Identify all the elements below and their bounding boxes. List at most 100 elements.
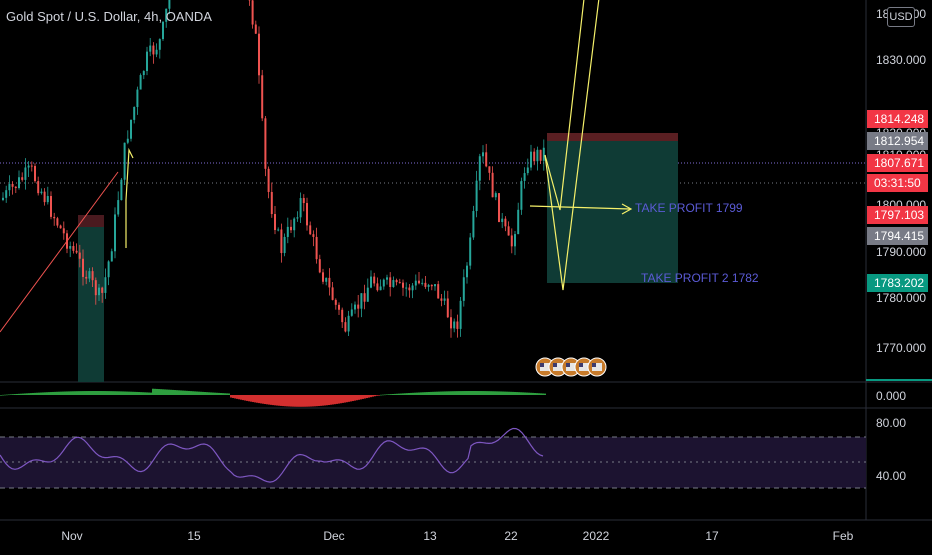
macd-bar: [272, 395, 274, 405]
stop-zone-right: [547, 133, 678, 141]
candle-body: [504, 219, 506, 227]
candle-body: [28, 166, 30, 168]
macd-bar: [516, 392, 518, 395]
tp1-label[interactable]: TAKE PROFIT 1799: [635, 201, 743, 215]
macd-bar: [228, 393, 230, 395]
macd-bar: [332, 395, 334, 404]
macd-bar: [38, 393, 40, 395]
candle-body: [533, 152, 535, 162]
macd-bar: [132, 392, 134, 395]
flag-canton: [579, 363, 583, 367]
macd-bar: [290, 395, 292, 407]
candle-body: [274, 214, 276, 230]
macd-bar: [164, 389, 166, 395]
chart-workspace[interactable]: TAKE PROFIT 1799 TAKE PROFIT 2 1782 1840…: [0, 0, 932, 550]
macd-bar: [96, 391, 98, 395]
macd-bar: [170, 390, 172, 395]
tp2-label[interactable]: TAKE PROFIT 2 1782: [641, 271, 759, 285]
candle-body: [120, 180, 122, 200]
price-label-text: 1794.415: [874, 229, 924, 243]
candle-body: [277, 229, 279, 230]
candle-body: [287, 227, 289, 237]
candle-body: [431, 285, 433, 286]
candle-body: [319, 259, 321, 272]
macd-bar: [44, 392, 46, 395]
candle-body: [367, 288, 369, 302]
time-tick-label: 13: [423, 529, 437, 543]
time-tick-label: Feb: [833, 529, 854, 543]
macd-bar: [318, 395, 320, 406]
macd-bar: [498, 391, 500, 395]
macd-bar: [388, 394, 390, 395]
macd-bar: [120, 391, 122, 395]
candle-body: [440, 298, 442, 300]
candle-body: [415, 281, 417, 286]
macd-bar: [174, 390, 176, 395]
macd-bar: [314, 395, 316, 406]
macd-bar: [242, 395, 244, 400]
macd-bar: [88, 391, 90, 395]
macd-bar: [210, 392, 212, 395]
macd-bar: [224, 393, 226, 395]
symbol-title[interactable]: Gold Spot / U.S. Dollar, 4h, OANDA: [6, 9, 212, 24]
time-tick-label: 15: [187, 529, 201, 543]
macd-bar: [268, 395, 270, 405]
macd-bar: [148, 393, 150, 395]
macd-bar: [56, 392, 58, 395]
macd-bar: [340, 395, 342, 403]
candle-body: [392, 280, 394, 287]
macd-bar: [160, 389, 162, 395]
macd-bar: [512, 392, 514, 395]
macd-bar: [220, 393, 222, 395]
economic-events[interactable]: [536, 358, 606, 376]
candle-body: [15, 187, 17, 188]
macd-bar: [162, 389, 164, 395]
macd-bar: [346, 395, 348, 402]
macd-bar: [484, 391, 486, 395]
time-tick-label: Dec: [323, 529, 344, 543]
macd-bar: [294, 395, 296, 407]
macd-bar: [542, 393, 544, 395]
macd-bar: [98, 391, 100, 395]
currency-button[interactable]: USD: [887, 7, 915, 27]
candle-body: [92, 271, 94, 280]
macd-bar: [428, 392, 430, 395]
candle-body: [453, 322, 455, 329]
macd-bar: [126, 392, 128, 395]
macd-bar: [286, 395, 288, 406]
macd-bar: [482, 391, 484, 395]
macd-bar: [316, 395, 318, 406]
macd-bar: [460, 391, 462, 395]
macd-bar: [122, 391, 124, 395]
flag-canton: [592, 363, 596, 367]
price-label-text: 03:31:50: [874, 176, 921, 190]
macd-bar: [362, 395, 364, 399]
candle-body: [268, 169, 270, 192]
candle-body: [159, 39, 161, 50]
macd-bar: [418, 392, 420, 395]
macd-bar: [544, 394, 546, 395]
macd-bar: [216, 393, 218, 395]
macd-bar: [328, 395, 330, 405]
macd-bar: [468, 391, 470, 395]
macd-bar: [168, 390, 170, 395]
macd-bar: [412, 393, 414, 395]
macd-bar: [2, 395, 4, 396]
price-tick-label: 1780.000: [876, 291, 926, 305]
candle-body: [354, 305, 356, 310]
macd-bar: [52, 392, 54, 395]
candle-body: [108, 261, 110, 277]
macd-bar: [306, 395, 308, 407]
candle-body: [517, 210, 519, 234]
price-tick-label: 1770.000: [876, 341, 926, 355]
macd-bar: [50, 392, 52, 395]
macd-bar: [128, 392, 130, 395]
chart-canvas[interactable]: TAKE PROFIT 1799 TAKE PROFIT 2 1782 1840…: [0, 0, 932, 550]
macd-bar: [312, 395, 314, 406]
candle-body: [511, 235, 513, 246]
macd-bar: [26, 393, 28, 395]
macd-bar: [348, 395, 350, 402]
macd-bar: [8, 394, 10, 395]
macd-bar: [72, 391, 74, 395]
macd-bar: [488, 391, 490, 395]
